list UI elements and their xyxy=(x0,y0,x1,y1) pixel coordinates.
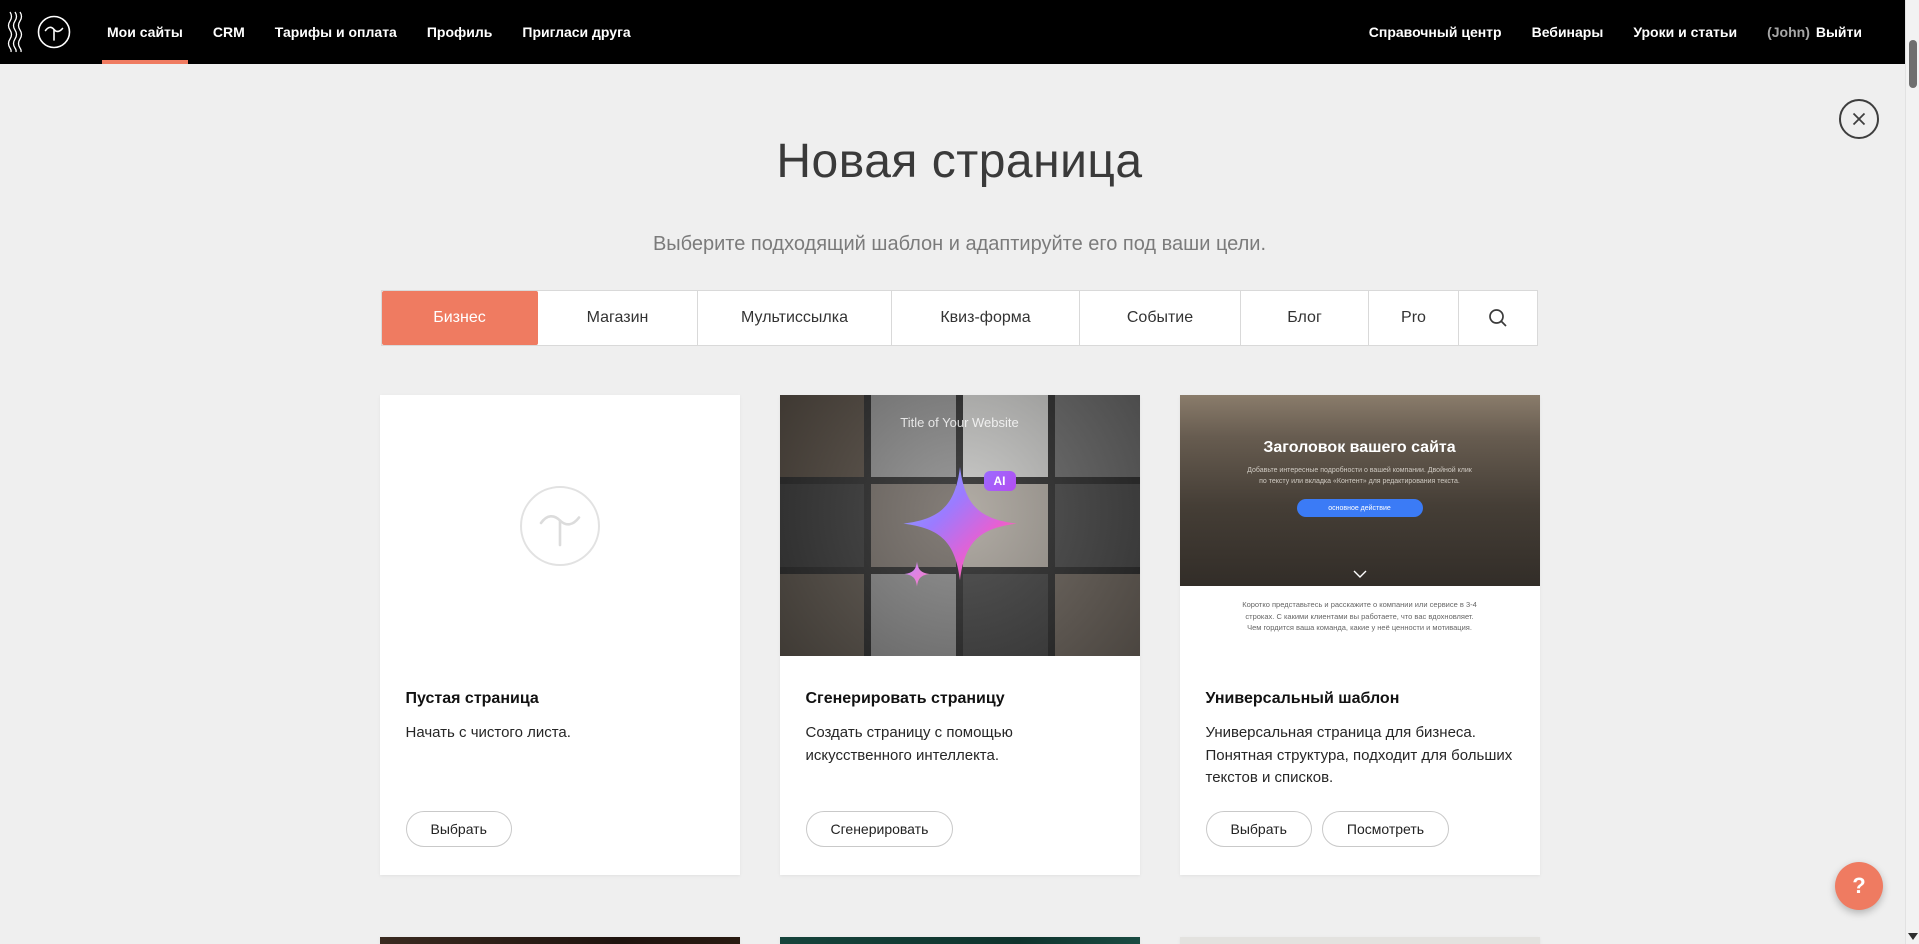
navbar-left-menu: Мои сайты CRM Тарифы и оплата Профиль Пр… xyxy=(92,0,646,64)
tab-business[interactable]: Бизнес xyxy=(382,291,538,345)
navbar-right-menu: Справочный центр Вебинары Уроки и статьи… xyxy=(1354,0,1905,64)
preview-hero: Заголовок вашего сайта Добавьте интересн… xyxy=(1180,395,1540,586)
card-title: Пустая страница xyxy=(406,690,714,708)
nav-logout[interactable]: (John) Выйти xyxy=(1752,0,1877,64)
tilda-logo-icon[interactable] xyxy=(30,0,78,64)
tab-pro[interactable]: Pro xyxy=(1369,291,1459,345)
card-title: Сгенерировать страницу xyxy=(806,690,1114,708)
preview-hero-subtitle: Добавьте интересные подробности о вашей … xyxy=(1244,465,1474,487)
page-subtitle: Выберите подходящий шаблон и адаптируйте… xyxy=(0,233,1919,256)
template-card-partial-2[interactable] xyxy=(780,937,1140,944)
card-description: Создать страницу с помощью искусственног… xyxy=(806,722,1114,767)
nav-my-sites[interactable]: Мои сайты xyxy=(92,0,198,64)
card-actions: Выбрать Посмотреть xyxy=(1206,811,1514,847)
scrollbar-thumb[interactable] xyxy=(1909,40,1917,88)
template-preview-image xyxy=(380,937,740,944)
scroll-down-arrow[interactable] xyxy=(1908,933,1918,940)
template-cards-row: Пустая страница Начать с чистого листа. … xyxy=(380,395,1540,875)
new-page-dialog: Новая страница Выберите подходящий шабло… xyxy=(0,0,1919,944)
nav-invite-friend[interactable]: Пригласи друга xyxy=(507,0,645,64)
ai-badge: AI xyxy=(984,471,1016,491)
nav-webinars[interactable]: Вебинары xyxy=(1517,0,1619,64)
tab-event[interactable]: Событие xyxy=(1080,291,1241,345)
scrollbar[interactable] xyxy=(1905,0,1919,944)
navbar-spacer xyxy=(646,0,1354,64)
user-name: (John) xyxy=(1767,24,1810,40)
template-preview-image xyxy=(1180,937,1540,944)
nav-tariffs[interactable]: Тарифы и оплата xyxy=(260,0,412,64)
nav-help-center[interactable]: Справочный центр xyxy=(1354,0,1517,64)
logout-label: Выйти xyxy=(1816,24,1862,40)
tab-search[interactable] xyxy=(1459,291,1537,345)
card-actions: Сгенерировать xyxy=(806,811,1114,847)
choose-blank-button[interactable]: Выбрать xyxy=(406,811,512,847)
generate-button[interactable]: Сгенерировать xyxy=(806,811,954,847)
blank-template-preview[interactable] xyxy=(380,395,740,656)
template-cards-row-2 xyxy=(380,937,1540,944)
help-button[interactable]: ? xyxy=(1835,862,1883,910)
card-description: Универсальная страница для бизнеса. Поня… xyxy=(1206,722,1514,790)
card-actions: Выбрать xyxy=(406,811,714,847)
nav-crm[interactable]: CRM xyxy=(198,0,260,64)
template-card-blank: Пустая страница Начать с чистого листа. … xyxy=(380,395,740,875)
preview-site-title: Title of Your Website xyxy=(780,415,1140,430)
template-card-partial-1[interactable] xyxy=(380,937,740,944)
preview-hero-title: Заголовок вашего сайта xyxy=(1263,439,1455,457)
ai-sparkle-small-icon xyxy=(904,561,930,587)
template-card-partial-3[interactable] xyxy=(1180,937,1540,944)
tab-quiz-form[interactable]: Квиз-форма xyxy=(892,291,1080,345)
card-description: Начать с чистого листа. xyxy=(406,722,714,745)
preview-hero-button: основное действие xyxy=(1297,499,1423,517)
tilda-watermark-icon xyxy=(518,484,602,568)
top-navbar: Мои сайты CRM Тарифы и оплата Профиль Пр… xyxy=(0,0,1905,64)
preview-body-text: Коротко представьтесь и расскажите о ком… xyxy=(1241,599,1479,656)
tab-shop[interactable]: Магазин xyxy=(538,291,698,345)
template-card-universal: Заголовок вашего сайта Добавьте интересн… xyxy=(1180,395,1540,875)
card-body: Пустая страница Начать с чистого листа. … xyxy=(380,656,740,875)
template-category-tabs: Бизнес Магазин Мультиссылка Квиз-форма С… xyxy=(381,290,1538,346)
template-card-ai-generate: Title of Your Website xyxy=(780,395,1140,875)
template-preview-image xyxy=(780,937,1140,944)
close-icon xyxy=(1851,111,1867,127)
tab-blog[interactable]: Блог xyxy=(1241,291,1369,345)
preview-body: Коротко представьтесь и расскажите о ком… xyxy=(1180,586,1540,656)
ai-template-preview[interactable]: Title of Your Website xyxy=(780,395,1140,656)
close-button[interactable] xyxy=(1839,99,1879,139)
chevron-down-icon xyxy=(1353,570,1367,578)
nav-lessons[interactable]: Уроки и статьи xyxy=(1618,0,1752,64)
choose-universal-button[interactable]: Выбрать xyxy=(1206,811,1312,847)
tab-multilink[interactable]: Мультиссылка xyxy=(698,291,892,345)
card-title: Универсальный шаблон xyxy=(1206,690,1514,708)
zigzag-handle-icon[interactable] xyxy=(0,0,30,64)
universal-template-preview[interactable]: Заголовок вашего сайта Добавьте интересн… xyxy=(1180,395,1540,656)
search-icon xyxy=(1487,307,1509,329)
view-universal-button[interactable]: Посмотреть xyxy=(1322,811,1449,847)
nav-profile[interactable]: Профиль xyxy=(412,0,508,64)
page-title: Новая страница xyxy=(0,134,1919,189)
card-body: Сгенерировать страницу Создать страницу … xyxy=(780,656,1140,875)
card-body: Универсальный шаблон Универсальная стран… xyxy=(1180,656,1540,875)
